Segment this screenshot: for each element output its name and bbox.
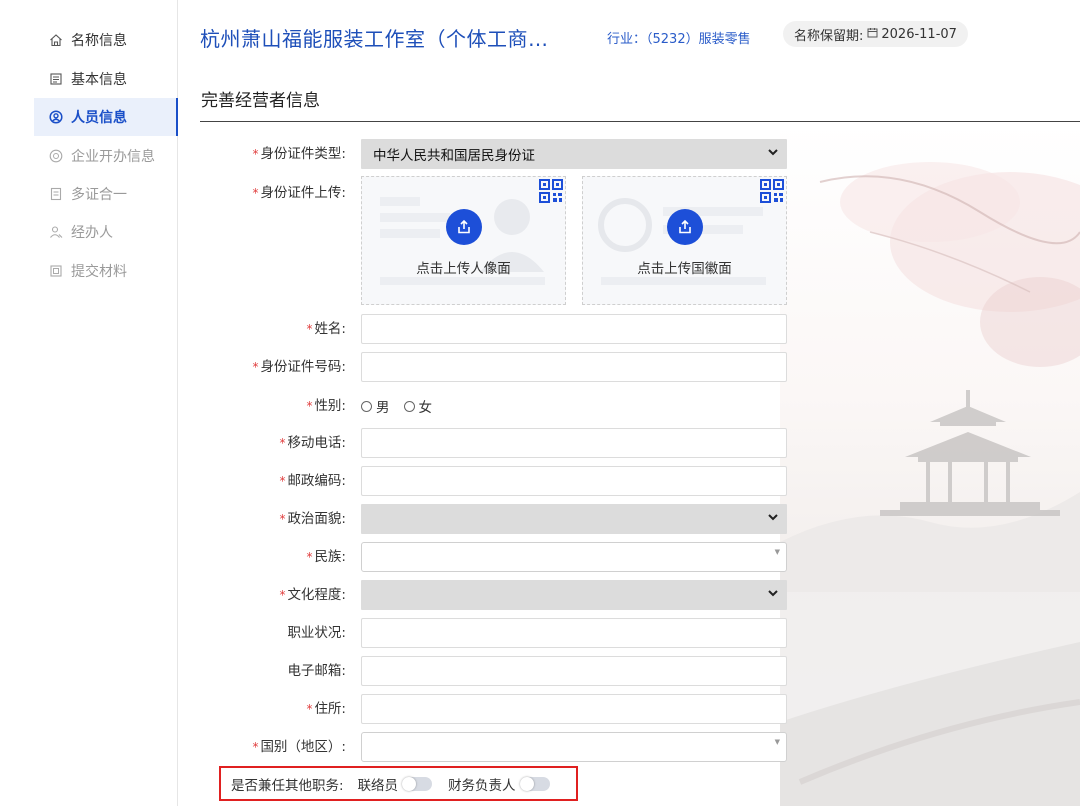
id-type-label: * 身份证件类型: bbox=[252, 146, 346, 162]
industry-info: 行业：（5232）服装零售 bbox=[607, 28, 751, 47]
sidebar-item-label: 多证合一 bbox=[71, 187, 127, 203]
form-row-postcode: * 邮政编码: bbox=[200, 466, 790, 496]
nationality-label: * 国别（地区）: bbox=[252, 739, 346, 755]
form-row-nationality: * 国别（地区）: ▼ bbox=[200, 732, 790, 762]
form-row-id-type: * 身份证件类型: 中华人民共和国居民身份证 bbox=[200, 139, 790, 169]
upload-back-caption: 点击上传国徽面 bbox=[637, 261, 732, 277]
sidebar-item-multi-cert[interactable]: 多证合一 bbox=[34, 175, 178, 213]
radio-circle-icon bbox=[403, 400, 415, 412]
chevron-down-icon bbox=[767, 511, 779, 527]
sidebar-item-name-info[interactable]: 名称信息 bbox=[34, 21, 178, 59]
form-row-name: * 姓名: bbox=[200, 314, 790, 344]
gender-radio-female[interactable]: 女 bbox=[403, 396, 432, 416]
address-label: * 住所: bbox=[306, 701, 346, 717]
email-input[interactable] bbox=[361, 656, 787, 686]
political-label: * 政治面貌: bbox=[279, 511, 346, 527]
occupation-label: 职业状况: bbox=[287, 625, 346, 641]
postcode-input[interactable] bbox=[361, 466, 787, 496]
section-divider bbox=[200, 121, 1080, 122]
upload-icon[interactable] bbox=[667, 209, 703, 245]
radio-circle-icon bbox=[361, 400, 372, 412]
sidebar-item-label: 提交材料 bbox=[71, 264, 127, 280]
id-upload-label: * 身份证件上传: bbox=[252, 185, 346, 201]
chevron-down-icon bbox=[767, 587, 779, 603]
background-scenery bbox=[780, 122, 1080, 806]
reserve-label: 名称保留期: bbox=[794, 28, 864, 44]
form-row-email: 电子邮箱: bbox=[200, 656, 790, 686]
form-row-education: * 文化程度: bbox=[200, 580, 790, 610]
reserve-period-badge: 名称保留期: 2026-11-07 bbox=[783, 21, 968, 47]
qr-code-icon[interactable] bbox=[760, 179, 784, 207]
nationality-select[interactable]: ▼ bbox=[361, 732, 787, 762]
education-label: * 文化程度: bbox=[279, 587, 346, 603]
sidebar-item-label: 经办人 bbox=[71, 225, 113, 241]
mobile-input[interactable] bbox=[361, 428, 787, 458]
badge-icon bbox=[48, 148, 64, 164]
address-input[interactable] bbox=[361, 694, 787, 724]
page-header: 杭州萧山福能服装工作室（个体工商… 行业：（5232）服装零售 名称保留期: 2… bbox=[200, 21, 968, 52]
certificate-icon bbox=[48, 186, 64, 202]
sidebar-item-personnel-info[interactable]: 人员信息 bbox=[34, 98, 178, 136]
other-duties-row: 是否兼任其他职务: 联络员 财务负责人 bbox=[219, 766, 578, 801]
mobile-label: * 移动电话: bbox=[279, 435, 346, 451]
sidebar-item-enterprise-info[interactable]: 企业开办信息 bbox=[34, 137, 178, 175]
finance-label: 财务负责人 bbox=[448, 777, 516, 794]
sidebar-item-label: 企业开办信息 bbox=[71, 149, 155, 165]
upload-front-box[interactable]: 点击上传人像面 bbox=[361, 176, 566, 305]
section-title: 完善经营者信息 bbox=[201, 91, 320, 111]
other-duties-label: 是否兼任其他职务: bbox=[231, 777, 344, 794]
form-row-id-number: * 身份证件号码: bbox=[200, 352, 790, 382]
company-name: 杭州萧山福能服装工作室（个体工商… bbox=[200, 26, 549, 51]
form-row-gender: * 性别: 男 女 bbox=[200, 391, 790, 421]
industry-label: 行业： bbox=[607, 32, 647, 47]
form-row-ethnicity: * 民族: ▼ bbox=[200, 542, 790, 572]
upload-back-box[interactable]: 点击上传国徽面 bbox=[582, 176, 787, 305]
gender-label: * 性别: bbox=[306, 398, 346, 414]
document-icon bbox=[48, 71, 64, 87]
id-type-select[interactable]: 中华人民共和国居民身份证 bbox=[361, 139, 787, 169]
caret-down-icon: ▼ bbox=[774, 548, 780, 556]
caret-down-icon: ▼ bbox=[774, 738, 780, 746]
form-row-address: * 住所: bbox=[200, 694, 790, 724]
name-input[interactable] bbox=[361, 314, 787, 344]
ethnicity-select[interactable]: ▼ bbox=[361, 542, 787, 572]
sidebar-item-submit-materials[interactable]: 提交材料 bbox=[34, 252, 178, 290]
industry-value: （5232）服装零售 bbox=[646, 32, 751, 47]
person-icon bbox=[48, 224, 64, 240]
home-icon bbox=[48, 32, 64, 48]
sidebar-item-label: 人员信息 bbox=[71, 110, 127, 126]
reserve-date: 2026-11-07 bbox=[881, 26, 957, 42]
sidebar-item-label: 基本信息 bbox=[71, 72, 127, 88]
finance-toggle[interactable] bbox=[519, 776, 550, 791]
postcode-label: * 邮政编码: bbox=[279, 473, 346, 489]
form-row-occupation: 职业状况: bbox=[200, 618, 790, 648]
user-circle-icon bbox=[48, 109, 64, 125]
form-row-mobile: * 移动电话: bbox=[200, 428, 790, 458]
sidebar-item-label: 名称信息 bbox=[71, 33, 127, 49]
file-icon bbox=[48, 263, 64, 279]
liaison-label: 联络员 bbox=[357, 777, 399, 794]
id-type-value: 中华人民共和国居民身份证 bbox=[373, 148, 535, 164]
calendar-icon bbox=[867, 27, 878, 42]
sidebar-item-basic-info[interactable]: 基本信息 bbox=[34, 60, 178, 98]
occupation-input[interactable] bbox=[361, 618, 787, 648]
political-select[interactable] bbox=[361, 504, 787, 534]
liaison-toggle[interactable] bbox=[402, 776, 433, 791]
form-row-political: * 政治面貌: bbox=[200, 504, 790, 534]
sidebar-item-agent[interactable]: 经办人 bbox=[34, 213, 178, 251]
sidebar: 名称信息 基本信息 人员信息 企业开办信息 多证合一 经办人 提交材料 bbox=[0, 0, 178, 806]
email-label: 电子邮箱: bbox=[287, 663, 346, 679]
chevron-down-icon bbox=[767, 146, 779, 162]
upload-front-caption: 点击上传人像面 bbox=[416, 261, 511, 277]
ethnicity-label: * 民族: bbox=[306, 549, 346, 565]
qr-code-icon[interactable] bbox=[539, 179, 563, 207]
id-number-label: * 身份证件号码: bbox=[252, 359, 346, 375]
id-number-input[interactable] bbox=[361, 352, 787, 382]
upload-icon[interactable] bbox=[446, 209, 482, 245]
education-select[interactable] bbox=[361, 580, 787, 610]
gender-radio-male[interactable]: 男 bbox=[361, 396, 390, 416]
name-label: * 姓名: bbox=[306, 321, 346, 337]
